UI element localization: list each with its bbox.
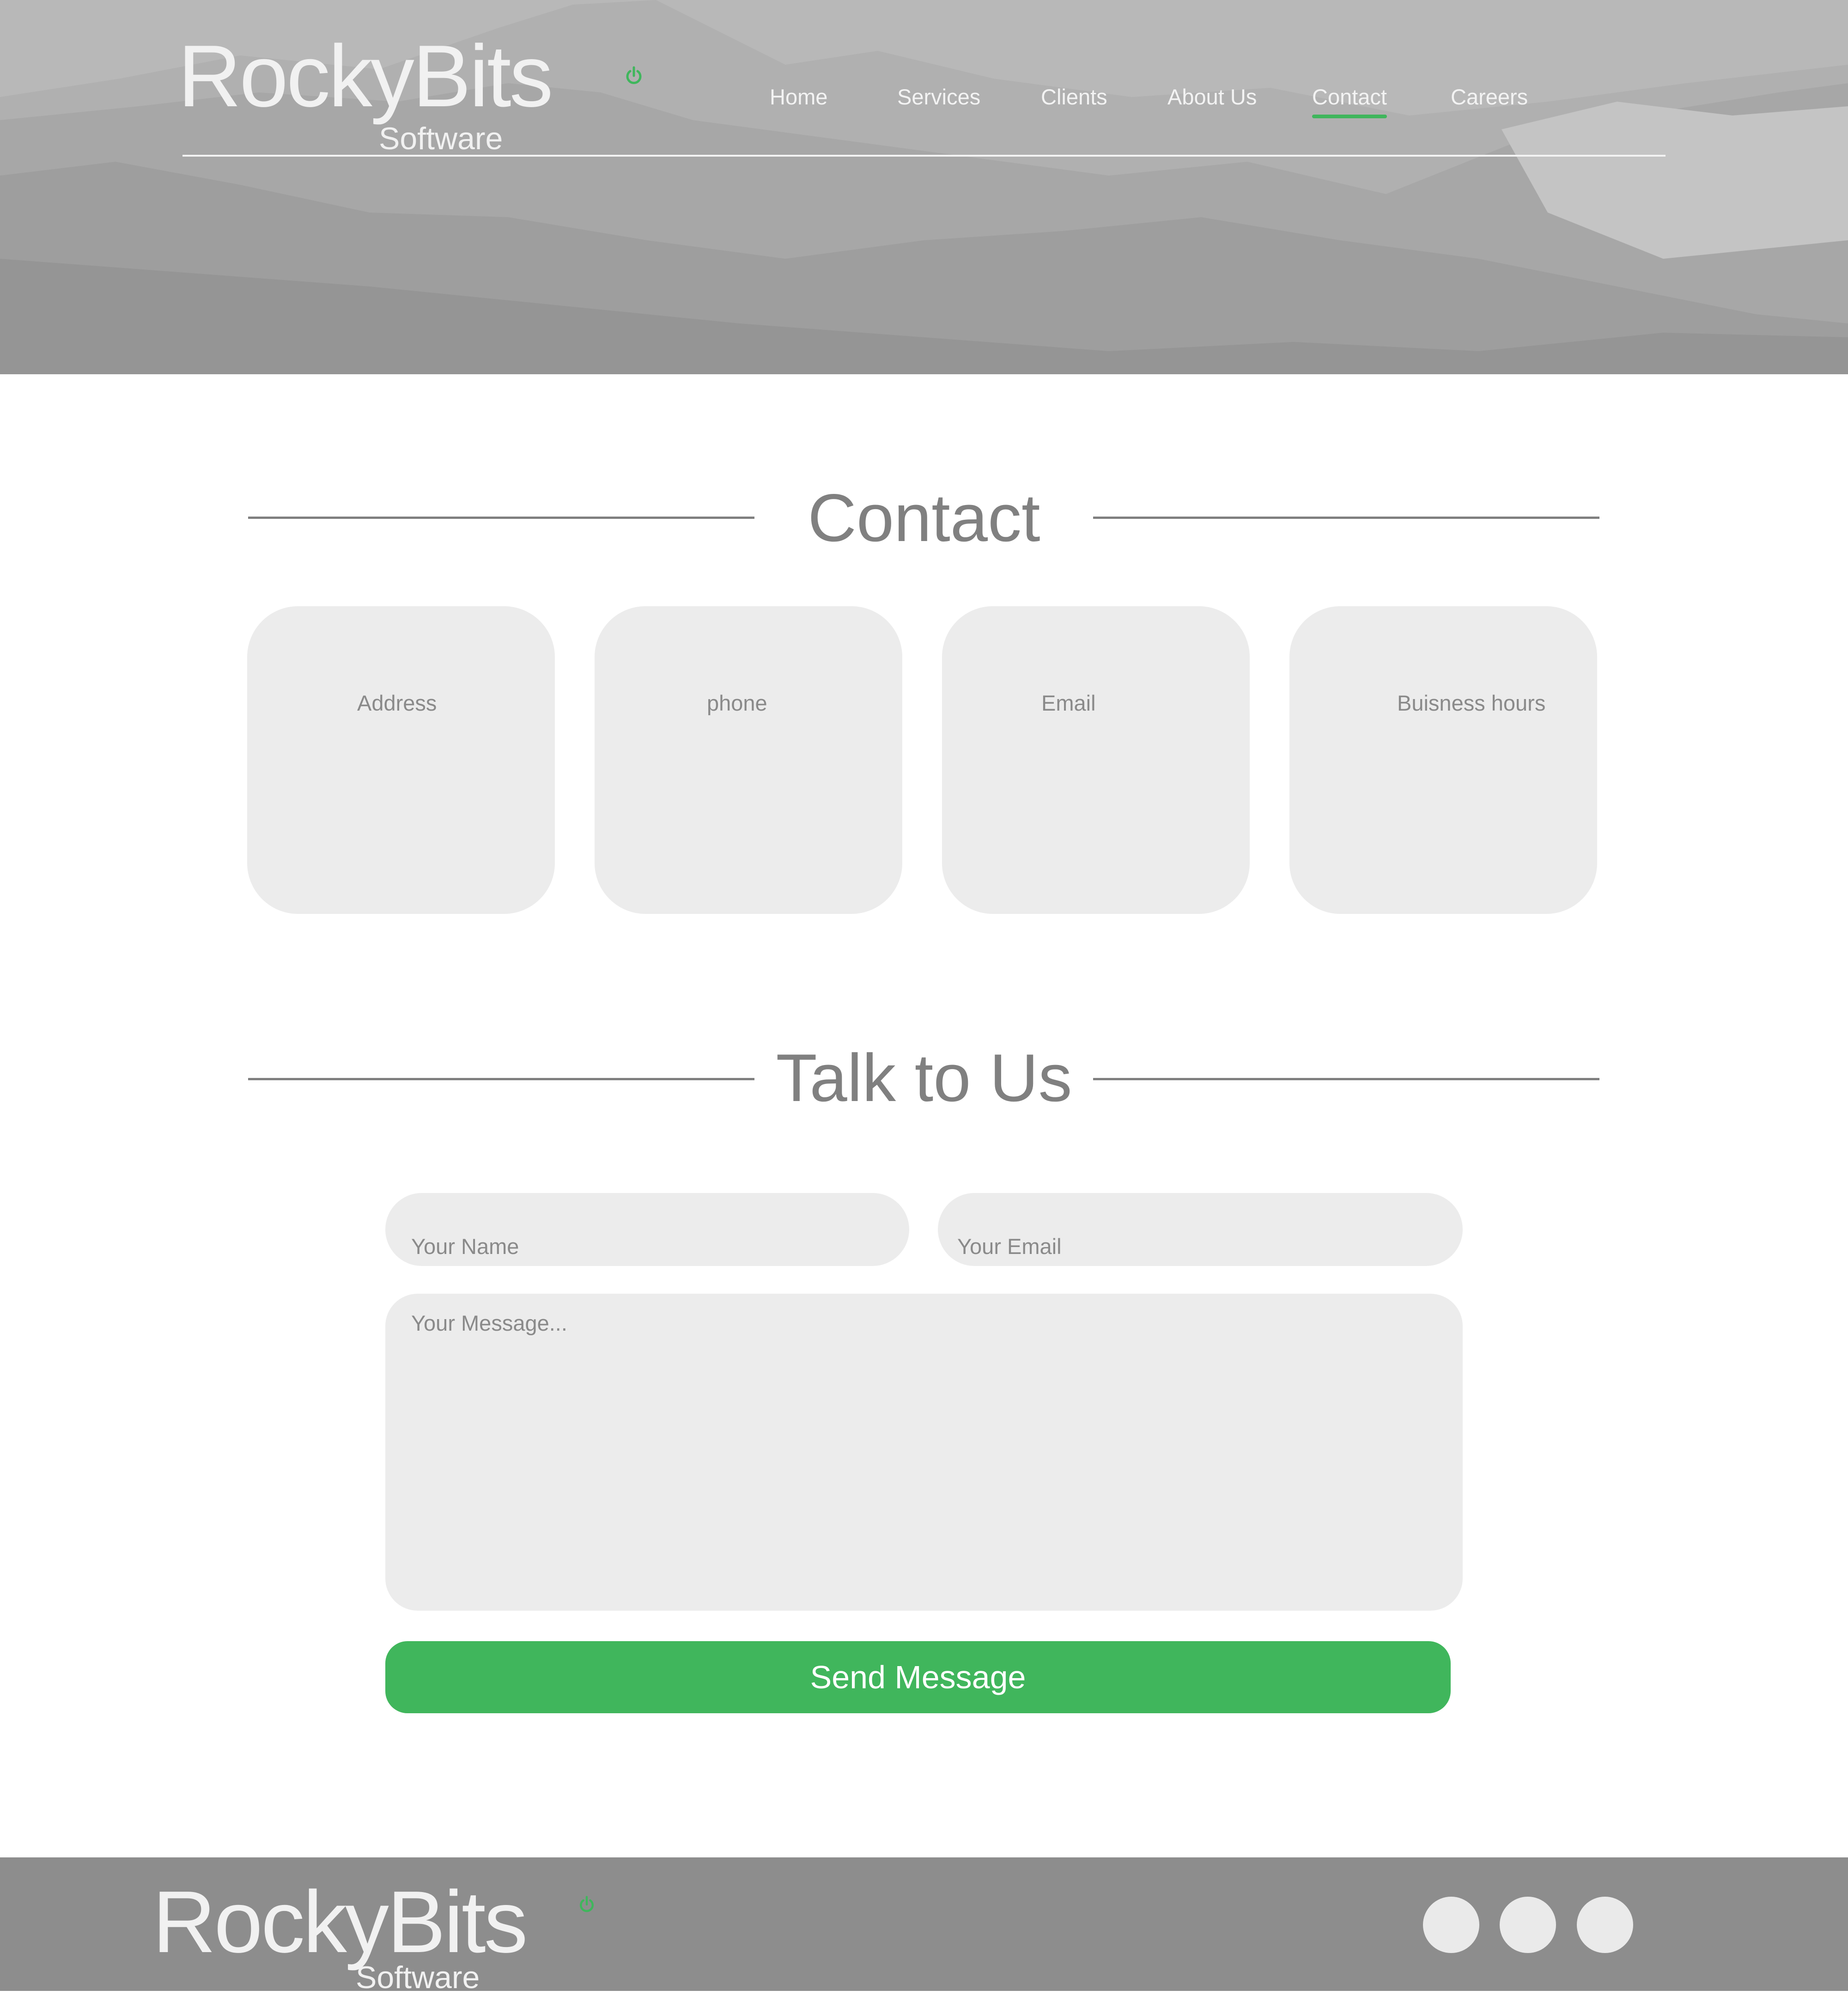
talk-title-row: Talk to Us [0, 1039, 1848, 1117]
nav-item-contact[interactable]: Contact [1312, 83, 1387, 118]
send-message-button[interactable]: Send Message [385, 1641, 1451, 1713]
header-divider [182, 155, 1666, 157]
address-card-label: Address [357, 691, 437, 715]
phone-card: phone [595, 606, 902, 914]
main-nav: Home Services Clients About Us Contact C… [0, 83, 1848, 125]
footer-logo-wordmark: RockyBits [152, 1873, 528, 1971]
social-icon-3[interactable] [1577, 1897, 1633, 1953]
business-hours-card-label: Buisness hours [1397, 691, 1546, 715]
power-icon [580, 1896, 594, 1912]
name-input[interactable] [385, 1193, 909, 1266]
address-card: Address [247, 606, 555, 914]
nav-item-about-us[interactable]: About Us [1167, 83, 1257, 111]
email-card-label: Email [1041, 691, 1096, 715]
business-hours-card: Buisness hours [1289, 606, 1597, 914]
talk-title-rule-right [1093, 1078, 1599, 1080]
contact-title-rule-right [1093, 517, 1599, 519]
nav-item-clients[interactable]: Clients [1041, 83, 1107, 111]
nav-item-home[interactable]: Home [770, 83, 827, 111]
email-card: Email [942, 606, 1250, 914]
social-icon-2[interactable] [1500, 1897, 1556, 1953]
phone-card-label: phone [707, 691, 767, 715]
social-icon-1[interactable] [1423, 1897, 1479, 1953]
contact-title-row: Contact [0, 479, 1848, 557]
nav-item-services[interactable]: Services [897, 83, 980, 111]
email-input[interactable] [938, 1193, 1463, 1266]
nav-item-careers[interactable]: Careers [1451, 83, 1528, 111]
footer: RockyBits Software [0, 1857, 1848, 1995]
message-textarea[interactable] [385, 1294, 1463, 1611]
logo-tagline: Software [379, 121, 503, 156]
hero-banner: RockyBits Software Home Services Clients… [0, 0, 1848, 374]
footer-logo-tagline: Software [356, 1960, 480, 1995]
footer-logo[interactable]: RockyBits Software [152, 1876, 594, 1995]
